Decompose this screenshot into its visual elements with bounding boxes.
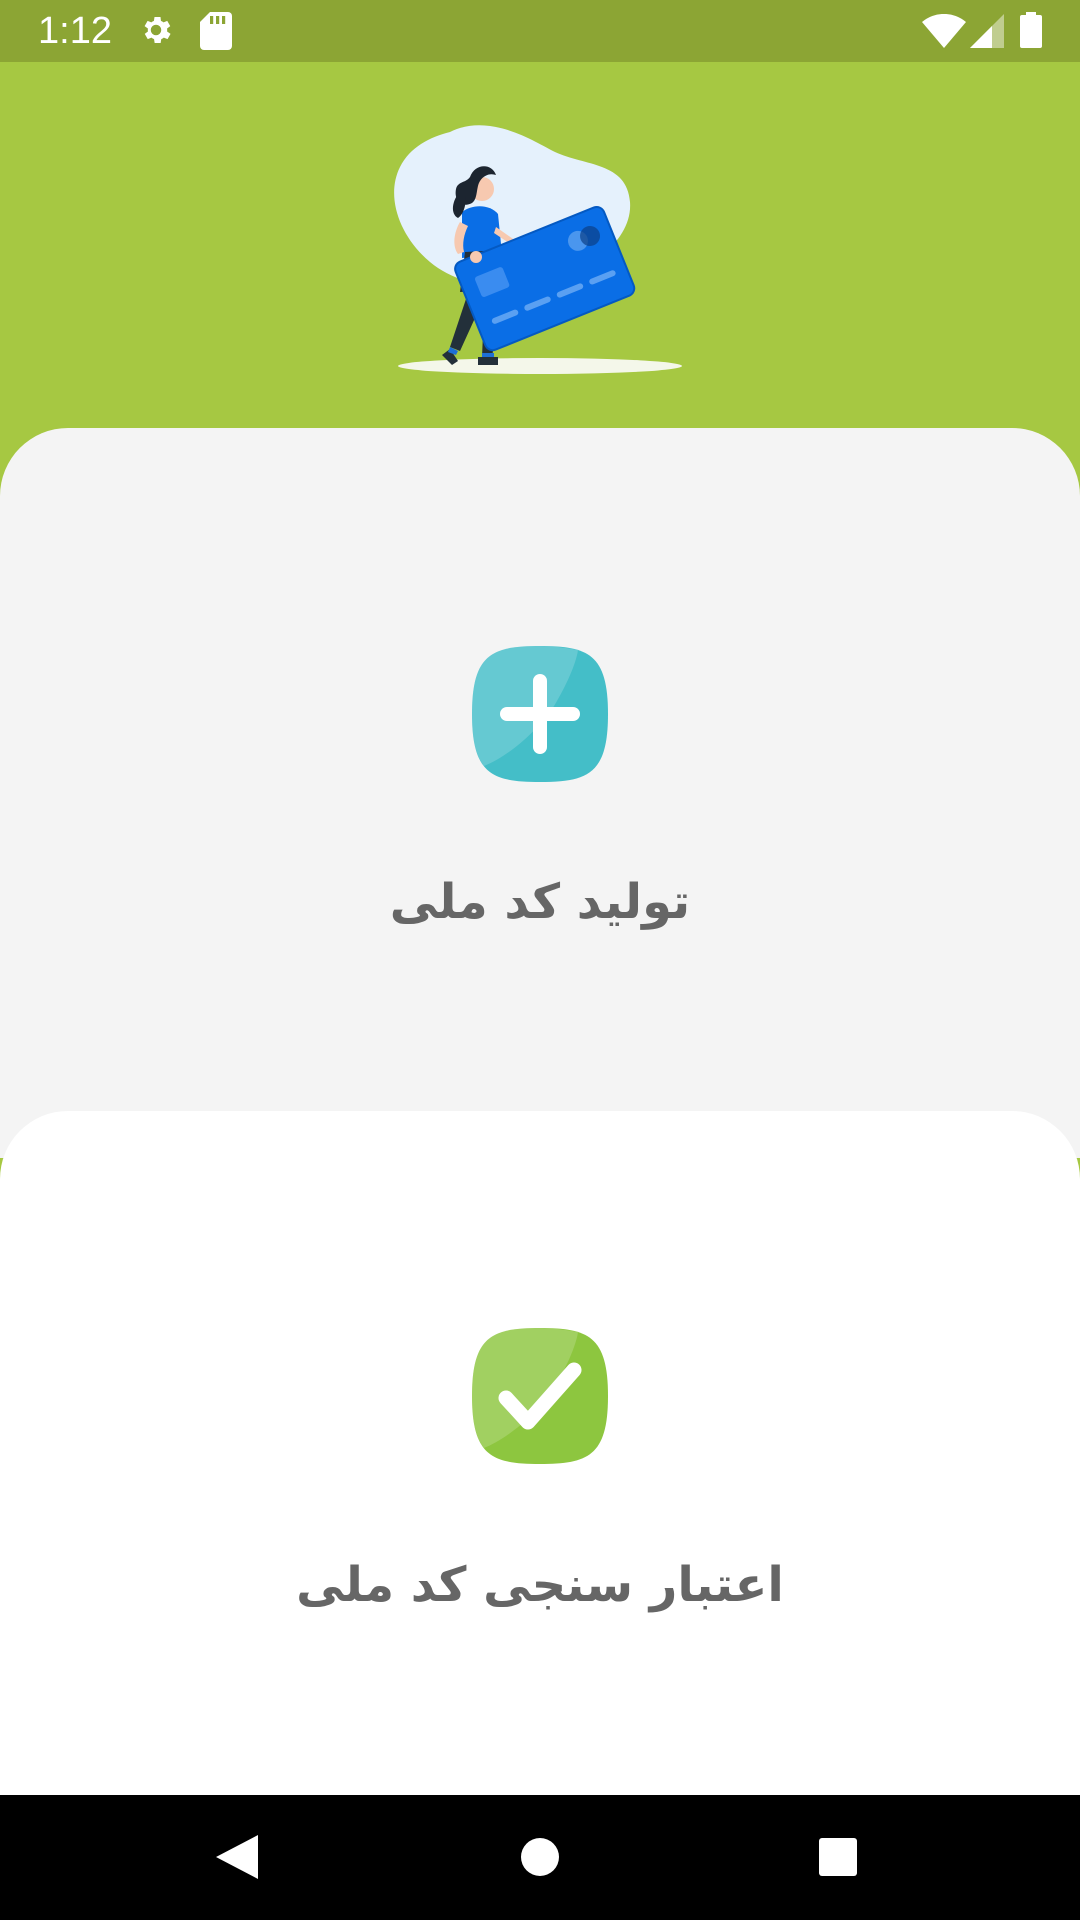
- generate-code-card[interactable]: تولید کد ملی: [0, 428, 1080, 1158]
- validate-code-label: اعتبار سنجی کد ملی: [296, 1557, 784, 1613]
- system-navigation-bar: [0, 1795, 1080, 1920]
- recents-icon[interactable]: [806, 1825, 870, 1889]
- woman-carrying-credit-card-illustration: [394, 125, 682, 374]
- checkmark-icon: [472, 1328, 608, 1464]
- validate-code-card[interactable]: اعتبار سنجی کد ملی: [0, 1111, 1080, 1795]
- plus-icon: [472, 646, 608, 782]
- settings-icon: [138, 12, 174, 52]
- status-time: 1:12: [38, 10, 112, 52]
- back-icon[interactable]: [206, 1825, 270, 1889]
- app-screen: 1:12 تولید کد ملی اعتبار سنجی کد ملی: [0, 0, 1080, 1920]
- hero-header: [0, 62, 1080, 430]
- generate-code-label: تولید کد ملی: [389, 874, 691, 930]
- battery-icon: [1020, 12, 1042, 52]
- home-icon[interactable]: [508, 1825, 572, 1889]
- wifi-icon: [922, 13, 966, 52]
- sd-card-icon: [200, 12, 232, 54]
- cellular-signal-icon: [970, 14, 1004, 52]
- status-bar: 1:12: [0, 0, 1080, 62]
